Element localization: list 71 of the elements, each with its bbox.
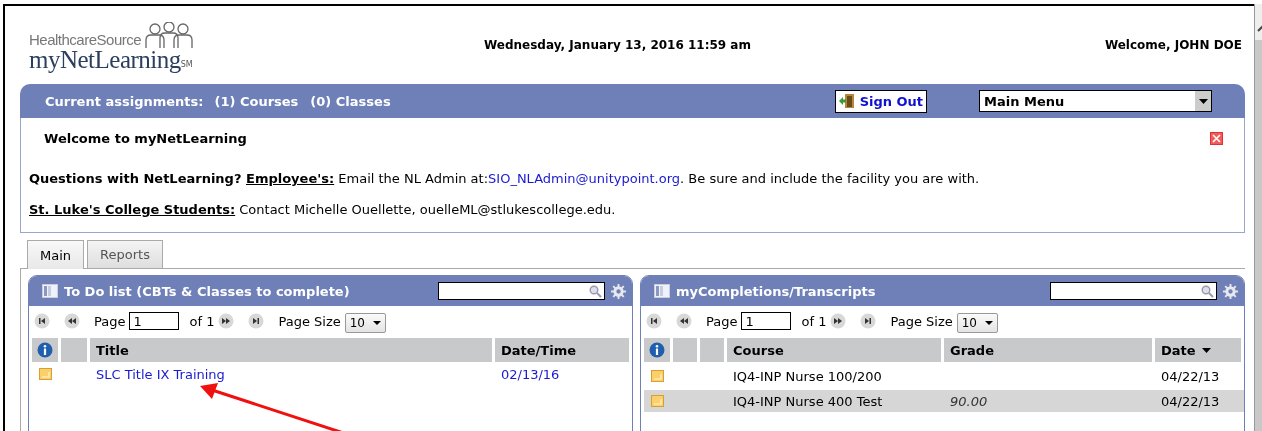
column-header[interactable]: Grade	[944, 338, 1152, 362]
column-header[interactable]: Course	[727, 338, 941, 362]
first-page-icon[interactable]	[34, 313, 50, 329]
notice-text: St. Luke's College Students: Contact Michelle Ouellette, ouelleML@stlukescollege.edu.	[29, 202, 617, 217]
tab[interactable]: Main	[27, 240, 85, 269]
previous-page-icon[interactable]	[64, 313, 80, 329]
page-size-label: Page Size	[278, 313, 341, 329]
close-icon[interactable]	[1210, 132, 1223, 145]
column-header	[61, 338, 87, 362]
panel-title: To Do list (CBTs & Classes to complete)	[64, 283, 351, 299]
search-icon	[1201, 284, 1214, 298]
grade: 90.00	[950, 393, 988, 409]
last-page-icon[interactable]	[860, 313, 877, 329]
last-page-icon[interactable]	[248, 313, 265, 329]
column-header[interactable]: Title	[90, 338, 492, 362]
page-count: of 1	[189, 313, 215, 329]
date-time: Wednesday, January 13, 2016 11:59 am	[484, 38, 751, 52]
sign-out-button[interactable]: Sign Out	[834, 89, 928, 113]
people-icon	[143, 22, 196, 50]
page-number-field[interactable]: 1	[741, 312, 792, 330]
courses-link[interactable]: (1) Courses	[214, 93, 299, 109]
next-page-icon[interactable]	[830, 313, 847, 329]
column-header[interactable]: Date	[1155, 338, 1241, 362]
completion-date: 04/22/13	[1161, 368, 1220, 384]
caret-icon	[373, 320, 381, 325]
assignments-label: Current assignments:	[45, 93, 204, 109]
info-icon	[37, 342, 53, 358]
page-label: Page	[706, 313, 738, 329]
page-size-dropdown[interactable]: 10	[956, 312, 998, 333]
email-link[interactable]: SIO_NLAdmin@unitypoint.org	[488, 171, 681, 186]
logo-tagline: HealthcareSource	[29, 31, 142, 48]
caret-icon	[1198, 98, 1208, 104]
main-menu-dropdown[interactable]: Main Menu	[979, 90, 1213, 112]
info-icon	[649, 342, 665, 358]
completion-date: 04/22/13	[1161, 393, 1220, 409]
logo-wordmark: myNetLearning	[29, 46, 181, 74]
grid-icon	[42, 284, 58, 298]
classes-link[interactable]: (0) Classes	[310, 93, 391, 109]
settings-icon[interactable]	[611, 283, 626, 299]
column-header[interactable]: Date/Time	[495, 338, 629, 362]
column-header	[673, 338, 697, 362]
course-icon	[650, 395, 664, 407]
welcome-user: Welcome, JOHN DOE	[1104, 38, 1242, 52]
notice-title: Welcome to myNetLearning	[44, 131, 247, 146]
caret-icon	[985, 320, 993, 325]
course-name: IQ4-INP Nurse 100/200	[733, 368, 882, 384]
page-size-dropdown[interactable]: 10	[344, 312, 386, 333]
column-header	[700, 338, 724, 362]
tab[interactable]: Reports	[87, 240, 163, 268]
panel-title: myCompletions/Transcripts	[676, 283, 877, 299]
grid-icon	[654, 284, 670, 298]
door-icon	[838, 93, 855, 109]
page-label: Page	[94, 313, 126, 329]
page-size-label: Page Size	[890, 313, 953, 329]
service-mark: SM	[180, 60, 193, 69]
course-icon	[650, 370, 664, 382]
course-icon	[38, 368, 52, 380]
search-icon	[589, 284, 602, 298]
next-page-icon[interactable]	[218, 313, 235, 329]
course-title-link[interactable]: SLC Title IX Training	[96, 366, 225, 382]
course-name: IQ4-INP Nurse 400 Test	[733, 393, 883, 409]
previous-page-icon[interactable]	[676, 313, 692, 329]
due-date: 02/13/16	[501, 366, 560, 382]
sort-descending-icon[interactable]	[1201, 347, 1211, 353]
page-number-field[interactable]: 1	[129, 312, 180, 330]
search-field[interactable]	[1050, 282, 1217, 300]
first-page-icon[interactable]	[646, 313, 662, 329]
settings-icon[interactable]	[1223, 283, 1238, 299]
page-count: of 1	[801, 313, 827, 329]
search-field[interactable]	[438, 282, 605, 300]
notice-text: Questions with NetLearning? Employee's: Email the NL Admin at:SIO_NLAdmin@unitypoint.org. Be sure and include the facility you are with.	[29, 171, 981, 186]
